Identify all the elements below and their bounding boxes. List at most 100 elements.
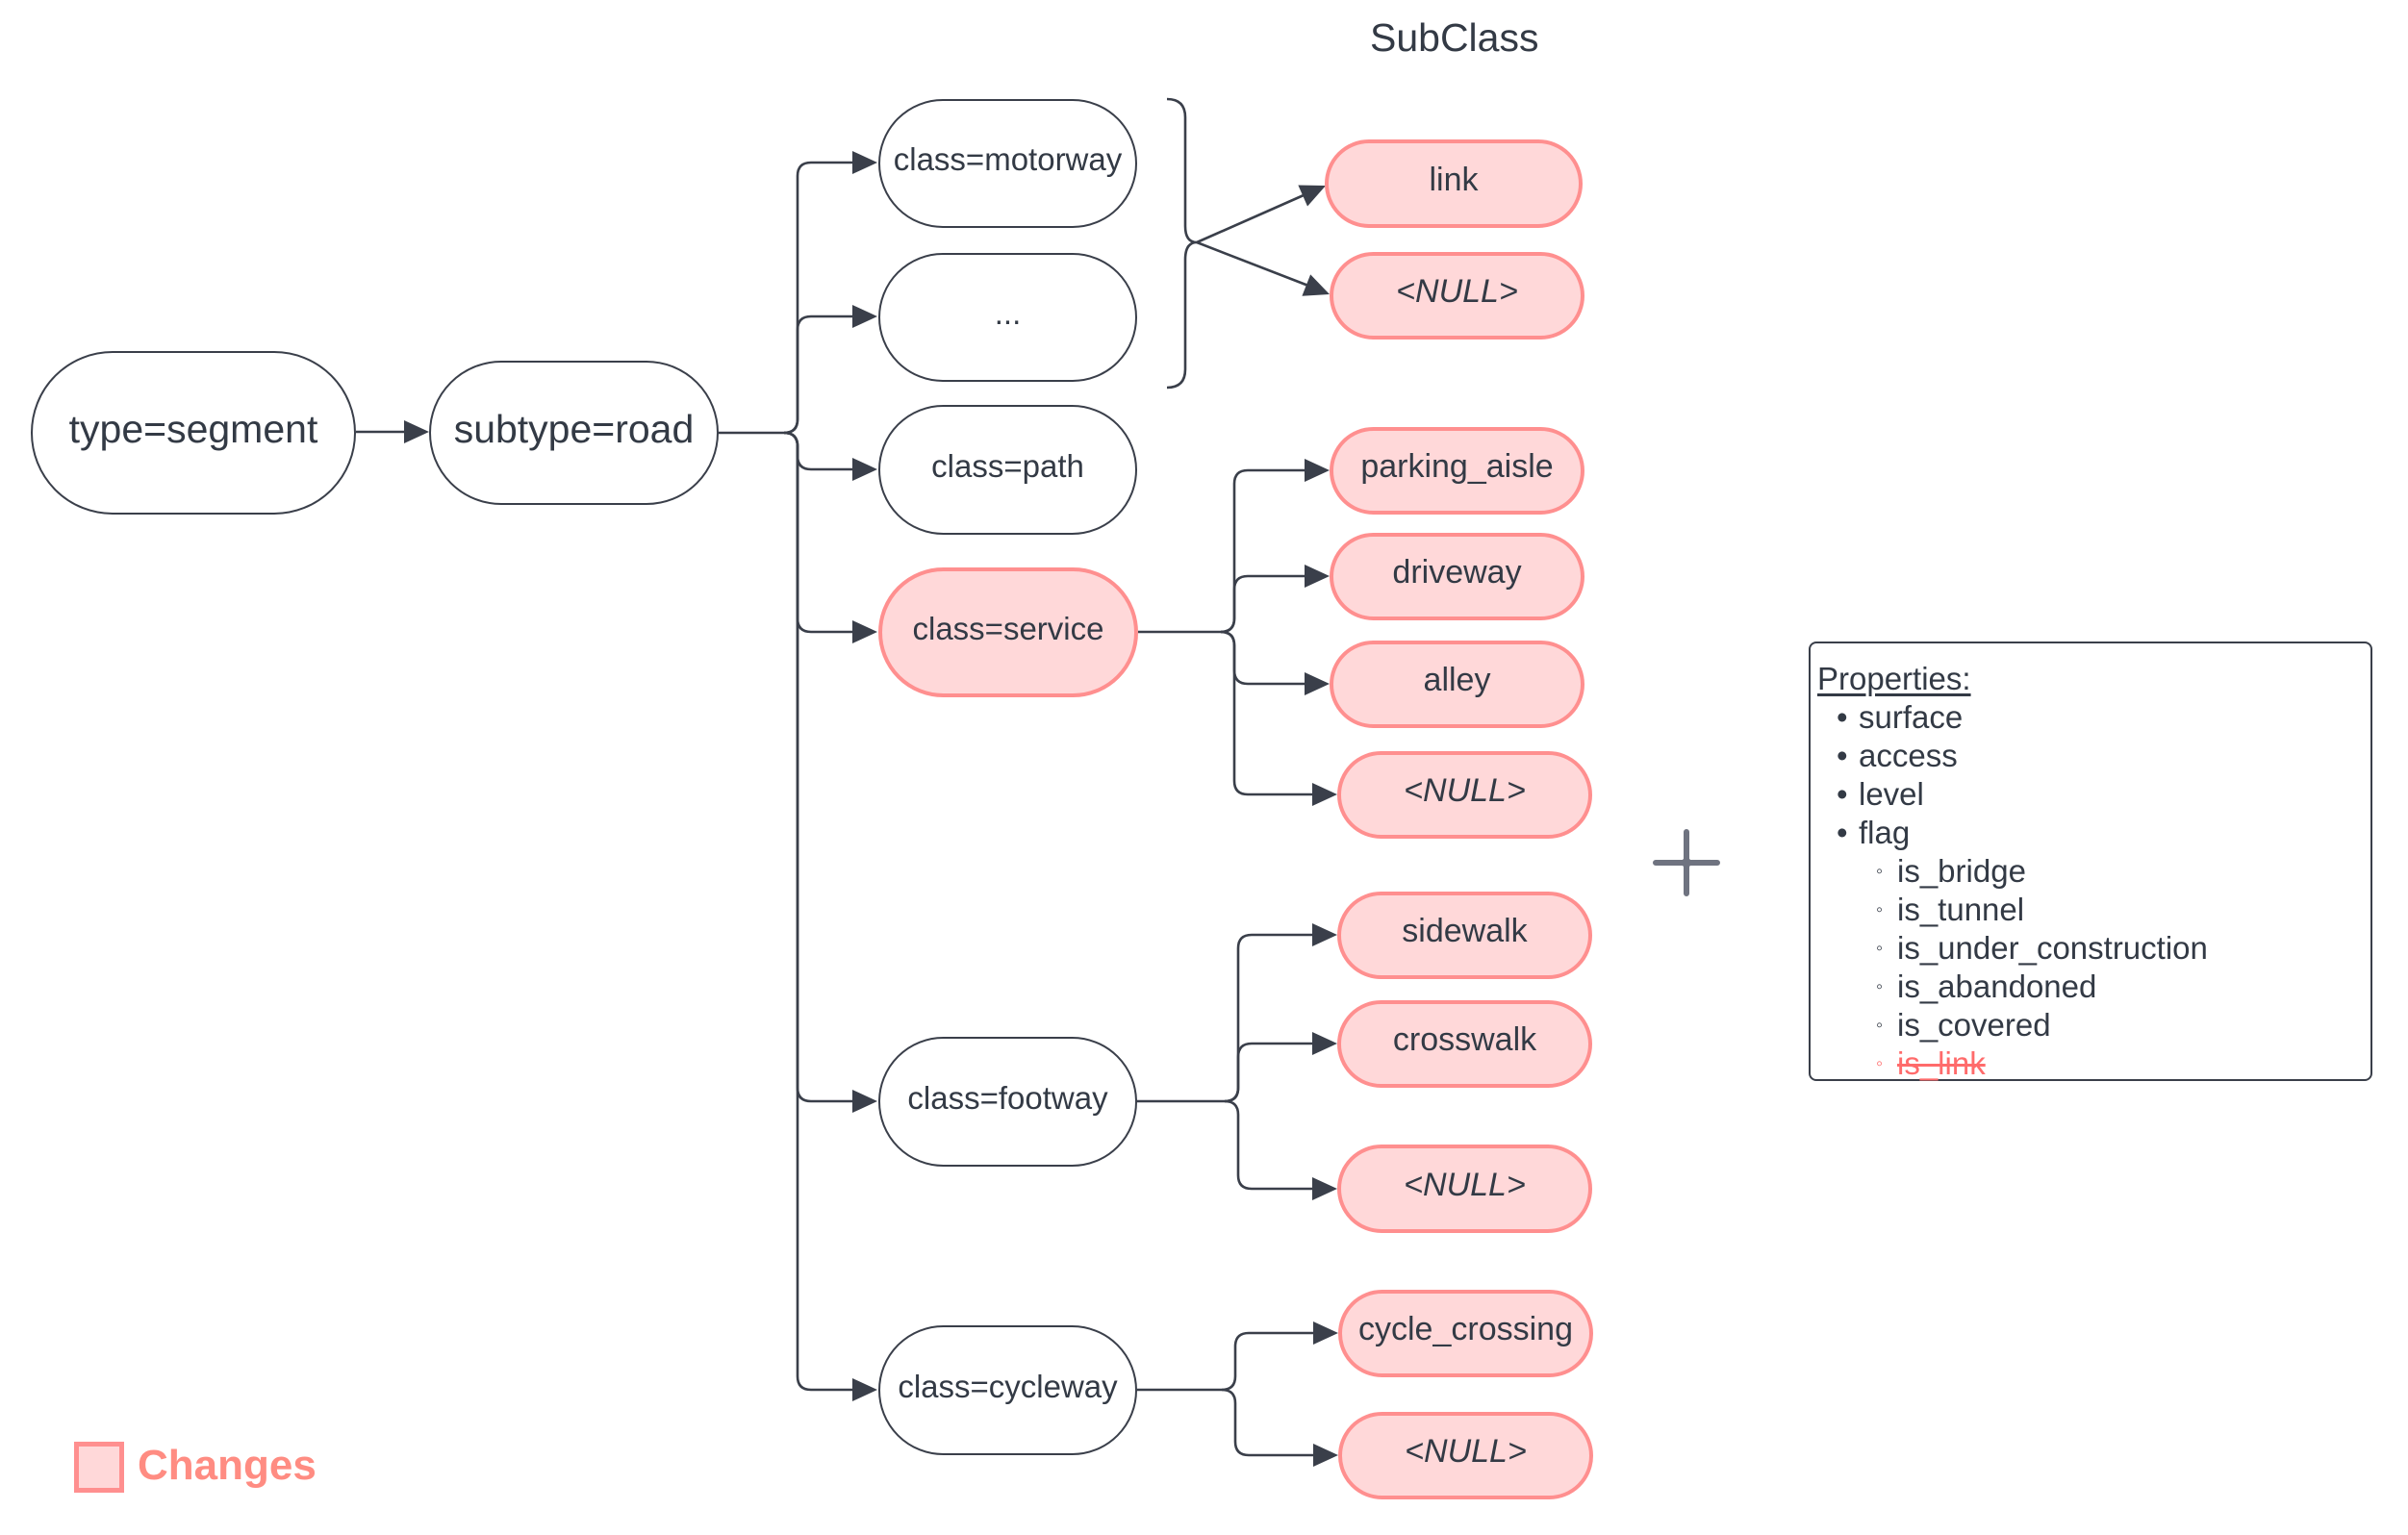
arrowhead (1313, 1444, 1338, 1467)
property-item: • level (1837, 775, 1924, 814)
arrowhead (1312, 1177, 1337, 1200)
node-subclass-link[interactable]: link (1325, 139, 1583, 228)
arrowhead (1313, 1321, 1338, 1345)
sub-bullet-icon: ◦ (1876, 976, 1884, 997)
edge-motorway-null (1196, 240, 1309, 288)
node-subclass-cycle-crossing[interactable]: cycle_crossing (1338, 1290, 1593, 1377)
property-item: ◦ is_abandoned (1876, 968, 2096, 1011)
node-class-path[interactable]: class=path (878, 405, 1137, 535)
edge-footway-sub-branch (1224, 1042, 1318, 1103)
edge-service-sub-branch (1220, 574, 1310, 634)
node-label: <NULL> (1396, 273, 1518, 310)
edge-motorway-link (1196, 193, 1305, 244)
property-label: is_covered (1897, 1007, 2051, 1043)
property-item: ◦ is_bridge (1876, 852, 2026, 895)
legend: Changes (74, 1441, 317, 1493)
edge-subtype-class-branch (783, 431, 858, 634)
property-label: surface (1859, 699, 1964, 735)
node-class-service[interactable]: class=service (878, 567, 1138, 697)
arrowhead (1305, 565, 1330, 588)
legend-changes-swatch (74, 1441, 124, 1493)
property-item: • flag (1837, 814, 1910, 852)
edge-cycleway-sub-branch (1221, 1388, 1319, 1457)
arrowhead (852, 620, 877, 643)
arrowhead (852, 1378, 877, 1401)
property-item: ◦ is_under_construction (1876, 929, 2208, 972)
arrowhead (852, 305, 877, 328)
node-label: cycle_crossing (1358, 1311, 1573, 1347)
diagram-canvas: SubClass type=segment subtype=road class… (0, 0, 2408, 1535)
node-subclass-alley[interactable]: alley (1330, 641, 1584, 728)
node-label: driveway (1392, 554, 1522, 591)
node-label: <NULL> (1404, 772, 1526, 809)
node-label: alley (1423, 662, 1491, 698)
edge-cycleway-sub-branch (1221, 1331, 1319, 1392)
node-label: <NULL> (1405, 1433, 1527, 1470)
node-label: type=segment (68, 406, 318, 451)
node-subclass-null-service[interactable]: <NULL> (1337, 751, 1592, 839)
edge-footway-sub-branch (1224, 1099, 1318, 1191)
arrowhead (1312, 1032, 1337, 1055)
bullet-icon: • (1837, 738, 1848, 773)
node-subclass-crosswalk[interactable]: crosswalk (1337, 1000, 1592, 1088)
node-type-segment[interactable]: type=segment (31, 351, 356, 515)
arrowhead (404, 420, 429, 443)
node-class-motorway[interactable]: class=motorway (878, 99, 1137, 228)
node-subclass-null-footway[interactable]: <NULL> (1337, 1145, 1592, 1233)
node-label: class=cycleway (898, 1368, 1118, 1404)
property-label: access (1859, 738, 1958, 773)
property-item: ◦ is_tunnel (1876, 891, 2024, 934)
node-subclass-null-motorway[interactable]: <NULL> (1330, 252, 1584, 340)
node-class-ellipsis[interactable]: ... (878, 253, 1137, 382)
property-label: is_bridge (1897, 853, 2026, 889)
sub-bullet-icon: ◦ (1876, 899, 1884, 920)
node-class-cycleway[interactable]: class=cycleway (878, 1325, 1137, 1455)
node-label: class=service (912, 610, 1104, 646)
node-subtype-road[interactable]: subtype=road (429, 361, 719, 505)
property-item-removed: ◦ is_link (1876, 1044, 1986, 1088)
edge-subtype-class-branch (783, 431, 858, 1103)
node-label: class=motorway (893, 141, 1123, 177)
property-label: level (1859, 776, 1924, 812)
sub-bullet-icon: ◦ (1876, 1053, 1884, 1074)
legend-changes-label: Changes (138, 1442, 317, 1489)
arrowhead (852, 1090, 877, 1113)
arrowhead (1312, 923, 1337, 946)
node-subclass-parking-aisle[interactable]: parking_aisle (1330, 427, 1584, 515)
edge-subtype-class-branch (783, 161, 858, 435)
arrowhead (852, 151, 877, 174)
edge-service-sub-branch (1220, 630, 1318, 796)
property-label: is_link (1897, 1045, 1986, 1081)
edge-subtype-class-branch (783, 431, 858, 1392)
property-item: ◦ is_covered (1876, 1006, 2051, 1049)
node-label: crosswalk (1392, 1021, 1537, 1058)
node-subclass-driveway[interactable]: driveway (1330, 533, 1584, 620)
arrowhead (852, 458, 877, 481)
properties-panel: Properties: • surface • access • level • flag ◦ i… (1809, 642, 2372, 1081)
property-item: • surface (1837, 698, 1963, 737)
node-label: parking_aisle (1360, 448, 1554, 485)
bullet-icon: • (1837, 776, 1848, 812)
sub-bullet-icon: ◦ (1876, 938, 1884, 959)
arrowhead (1312, 783, 1337, 806)
arrowhead (1305, 459, 1330, 482)
node-class-footway[interactable]: class=footway (878, 1037, 1137, 1167)
subclass-title: SubClass (1370, 15, 1539, 60)
node-label: subtype=road (453, 406, 695, 451)
node-subclass-sidewalk[interactable]: sidewalk (1337, 892, 1592, 979)
sub-bullet-icon: ◦ (1876, 861, 1884, 882)
property-label: flag (1859, 815, 1911, 850)
bracket (1166, 97, 1198, 390)
bullet-icon: • (1837, 815, 1848, 850)
property-label: is_under_construction (1897, 930, 2208, 966)
plus-icon (1653, 829, 1720, 896)
arrowhead (1305, 672, 1330, 695)
property-item: • access (1837, 737, 1958, 775)
node-subclass-null-cycleway[interactable]: <NULL> (1338, 1412, 1593, 1499)
node-label: class=footway (907, 1079, 1108, 1116)
node-label: <NULL> (1404, 1166, 1526, 1203)
node-label: sidewalk (1402, 913, 1528, 949)
node-label: link (1429, 161, 1479, 198)
properties-heading: Properties: (1817, 661, 1971, 696)
node-label: class=path (931, 447, 1084, 484)
